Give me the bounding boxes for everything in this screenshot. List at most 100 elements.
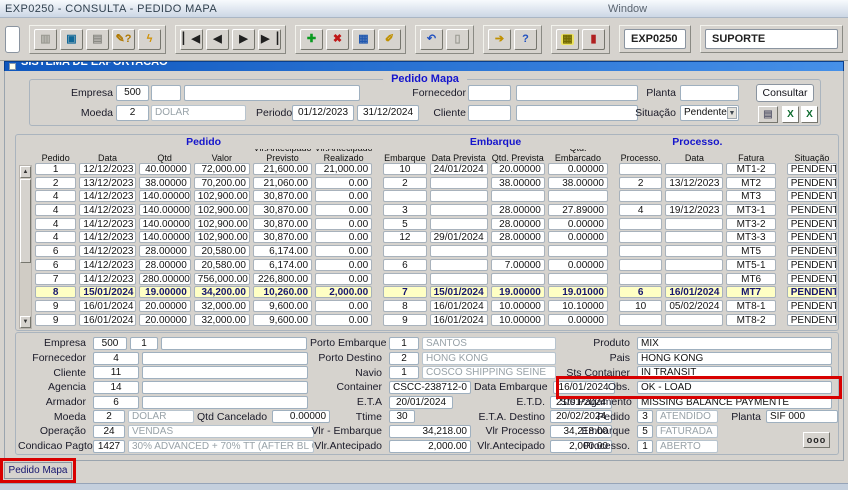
grid-cell[interactable]: 21,060.00 — [253, 177, 312, 189]
grid-cell[interactable]: 14/12/2023 — [79, 204, 135, 216]
options-button[interactable]: ooo — [803, 432, 830, 448]
tab-pedido-mapa[interactable]: Pedido Mapa — [4, 462, 72, 479]
grid-cell[interactable] — [548, 190, 608, 202]
grid-cell[interactable] — [619, 231, 662, 243]
grid-cell[interactable] — [430, 259, 488, 271]
porto-destino-field-1[interactable]: HONG KONG — [422, 352, 556, 365]
grid-cell[interactable]: PENDENTE — [787, 273, 837, 285]
grid-cell[interactable]: 102,900.00 — [194, 190, 250, 202]
edit-grid-button[interactable]: ▦ — [352, 29, 375, 50]
grid-cell[interactable]: 4 — [35, 190, 76, 202]
consultar-button[interactable]: Consultar — [756, 84, 814, 102]
nav-prev-button[interactable]: ◀ — [206, 29, 229, 50]
grid-cell[interactable]: 70,200.00 — [194, 177, 250, 189]
fornecedor-filter-desc[interactable] — [516, 85, 638, 101]
scrollbar-thumb[interactable] — [20, 179, 31, 263]
grid-cell[interactable]: 14/12/2023 — [79, 245, 135, 257]
grid-cell[interactable]: 140.00000 — [139, 218, 191, 230]
vlr-embarque-field-0[interactable]: 34,218.00 — [389, 425, 471, 438]
grid-cell[interactable]: 29/01/2024 — [430, 231, 488, 243]
pais-field-0[interactable]: HONG KONG — [637, 352, 832, 365]
grid-cell[interactable]: MT7 — [726, 286, 775, 298]
grid-cell[interactable]: 4 — [35, 204, 76, 216]
grid-cell[interactable]: 2 — [619, 177, 662, 189]
fornecedor-filter-code[interactable] — [468, 85, 511, 101]
condicao-pagto-field-1[interactable]: 30% ADVANCED + 70% TT (AFTER BL COPY) — [128, 440, 314, 453]
porto-embarque-field-1[interactable]: SANTOS — [422, 337, 556, 350]
grid-cell[interactable] — [619, 190, 662, 202]
grid-cell[interactable]: 0.00000 — [548, 314, 608, 326]
help-button[interactable]: ? — [514, 29, 537, 50]
grid-cell[interactable]: 0.00000 — [548, 163, 608, 175]
fornecedor-field-1[interactable] — [142, 352, 308, 365]
grid-cell[interactable]: 32,000.00 — [194, 300, 250, 312]
grid-cell[interactable]: 13/12/2023 — [79, 177, 135, 189]
grid-cell[interactable] — [665, 259, 723, 271]
grid-cell[interactable]: 28.00000 — [139, 259, 191, 271]
pedido-status-field-3[interactable]: SIF 000 — [766, 410, 838, 423]
grid-cell[interactable]: 3 — [383, 204, 426, 216]
periodo-from-field[interactable]: 01/12/2023 — [292, 105, 354, 121]
grid-scrollbar[interactable]: ▲ ▼ — [19, 165, 32, 329]
empresa-filter-code[interactable]: 500 — [116, 85, 149, 101]
grid-cell[interactable]: 40.00000 — [139, 163, 191, 175]
grid-cell[interactable]: 20.00000 — [139, 300, 191, 312]
grid-cell[interactable]: 19/12/2023 — [665, 204, 723, 216]
grid-cell[interactable]: 7 — [35, 273, 76, 285]
grid-cell[interactable]: 9 — [383, 314, 426, 326]
exit-button[interactable]: ▮ — [582, 29, 605, 50]
grid-cell[interactable]: 2 — [383, 177, 426, 189]
grid-cell[interactable]: 14/12/2023 — [79, 231, 135, 243]
operacao-field-1[interactable]: VENDAS — [128, 425, 314, 438]
cliente-filter-desc[interactable] — [516, 105, 638, 121]
grid-cell[interactable]: 4 — [35, 231, 76, 243]
grid-cell[interactable]: 28.00000 — [491, 218, 545, 230]
grid-cell[interactable]: 14/12/2023 — [79, 190, 135, 202]
grid-cell[interactable]: 15/01/2024 — [430, 286, 488, 298]
cliente-filter-code[interactable] — [468, 105, 511, 121]
grid-cell[interactable]: 14/12/2023 — [79, 259, 135, 271]
grid-cell[interactable]: 38.00000 — [139, 177, 191, 189]
armador-field-1[interactable] — [142, 396, 308, 409]
grid-cell[interactable] — [665, 163, 723, 175]
nav-next-button[interactable]: ▶ — [232, 29, 255, 50]
grid-cell[interactable]: 5 — [383, 218, 426, 230]
grid-cell[interactable]: 28.00000 — [491, 204, 545, 216]
grid-cell[interactable]: 102,900.00 — [194, 231, 250, 243]
planta-filter-field[interactable] — [680, 85, 739, 101]
grid-cell[interactable]: 6 — [35, 245, 76, 257]
empresa-field-2[interactable] — [161, 337, 307, 350]
grid-cell[interactable] — [665, 218, 723, 230]
grid-cell[interactable] — [548, 245, 608, 257]
grid-cell[interactable]: 16/01/2024 — [430, 314, 488, 326]
grid-cell[interactable]: 34,200.00 — [194, 286, 250, 298]
grid-cell[interactable]: 2 — [35, 177, 76, 189]
grid-cell[interactable]: 10.00000 — [491, 300, 545, 312]
grid-cell[interactable]: 0.00 — [315, 314, 372, 326]
grid-cell[interactable]: 140.00000 — [139, 204, 191, 216]
grid-cell[interactable]: 140.00000 — [139, 231, 191, 243]
armador-field-0[interactable]: 6 — [93, 396, 139, 409]
grid-cell[interactable]: 280.00000 — [139, 273, 191, 285]
fornecedor-field-0[interactable]: 4 — [93, 352, 139, 365]
grid-cell[interactable]: 27.89000 — [548, 204, 608, 216]
grid-cell[interactable]: 10,260.00 — [253, 286, 312, 298]
undo-button[interactable]: ↶ — [420, 29, 443, 50]
ttime-field-0[interactable]: 30 — [389, 410, 415, 423]
grid-cell[interactable]: 4 — [35, 218, 76, 230]
processo-status-field-0[interactable]: 1 — [637, 440, 653, 453]
cliente-field-0[interactable]: 11 — [93, 366, 139, 379]
grid-cell[interactable]: PENDENTE — [787, 286, 837, 298]
grid-cell[interactable]: 20,580.00 — [194, 259, 250, 271]
condicao-pagto-field-0[interactable]: 1427 — [93, 440, 125, 453]
grid-cell[interactable] — [491, 245, 545, 257]
grid-cell[interactable] — [491, 273, 545, 285]
grid-cell[interactable]: MT5 — [726, 245, 775, 257]
grid-cell[interactable] — [619, 259, 662, 271]
grid-cell[interactable]: MT2 — [726, 177, 775, 189]
grid-cell[interactable]: 0.00 — [315, 259, 372, 271]
process-button[interactable]: ϟ — [138, 29, 161, 50]
grid-cell[interactable] — [430, 245, 488, 257]
grid-cell[interactable] — [430, 273, 488, 285]
user-field[interactable]: SUPORTE — [705, 29, 838, 49]
